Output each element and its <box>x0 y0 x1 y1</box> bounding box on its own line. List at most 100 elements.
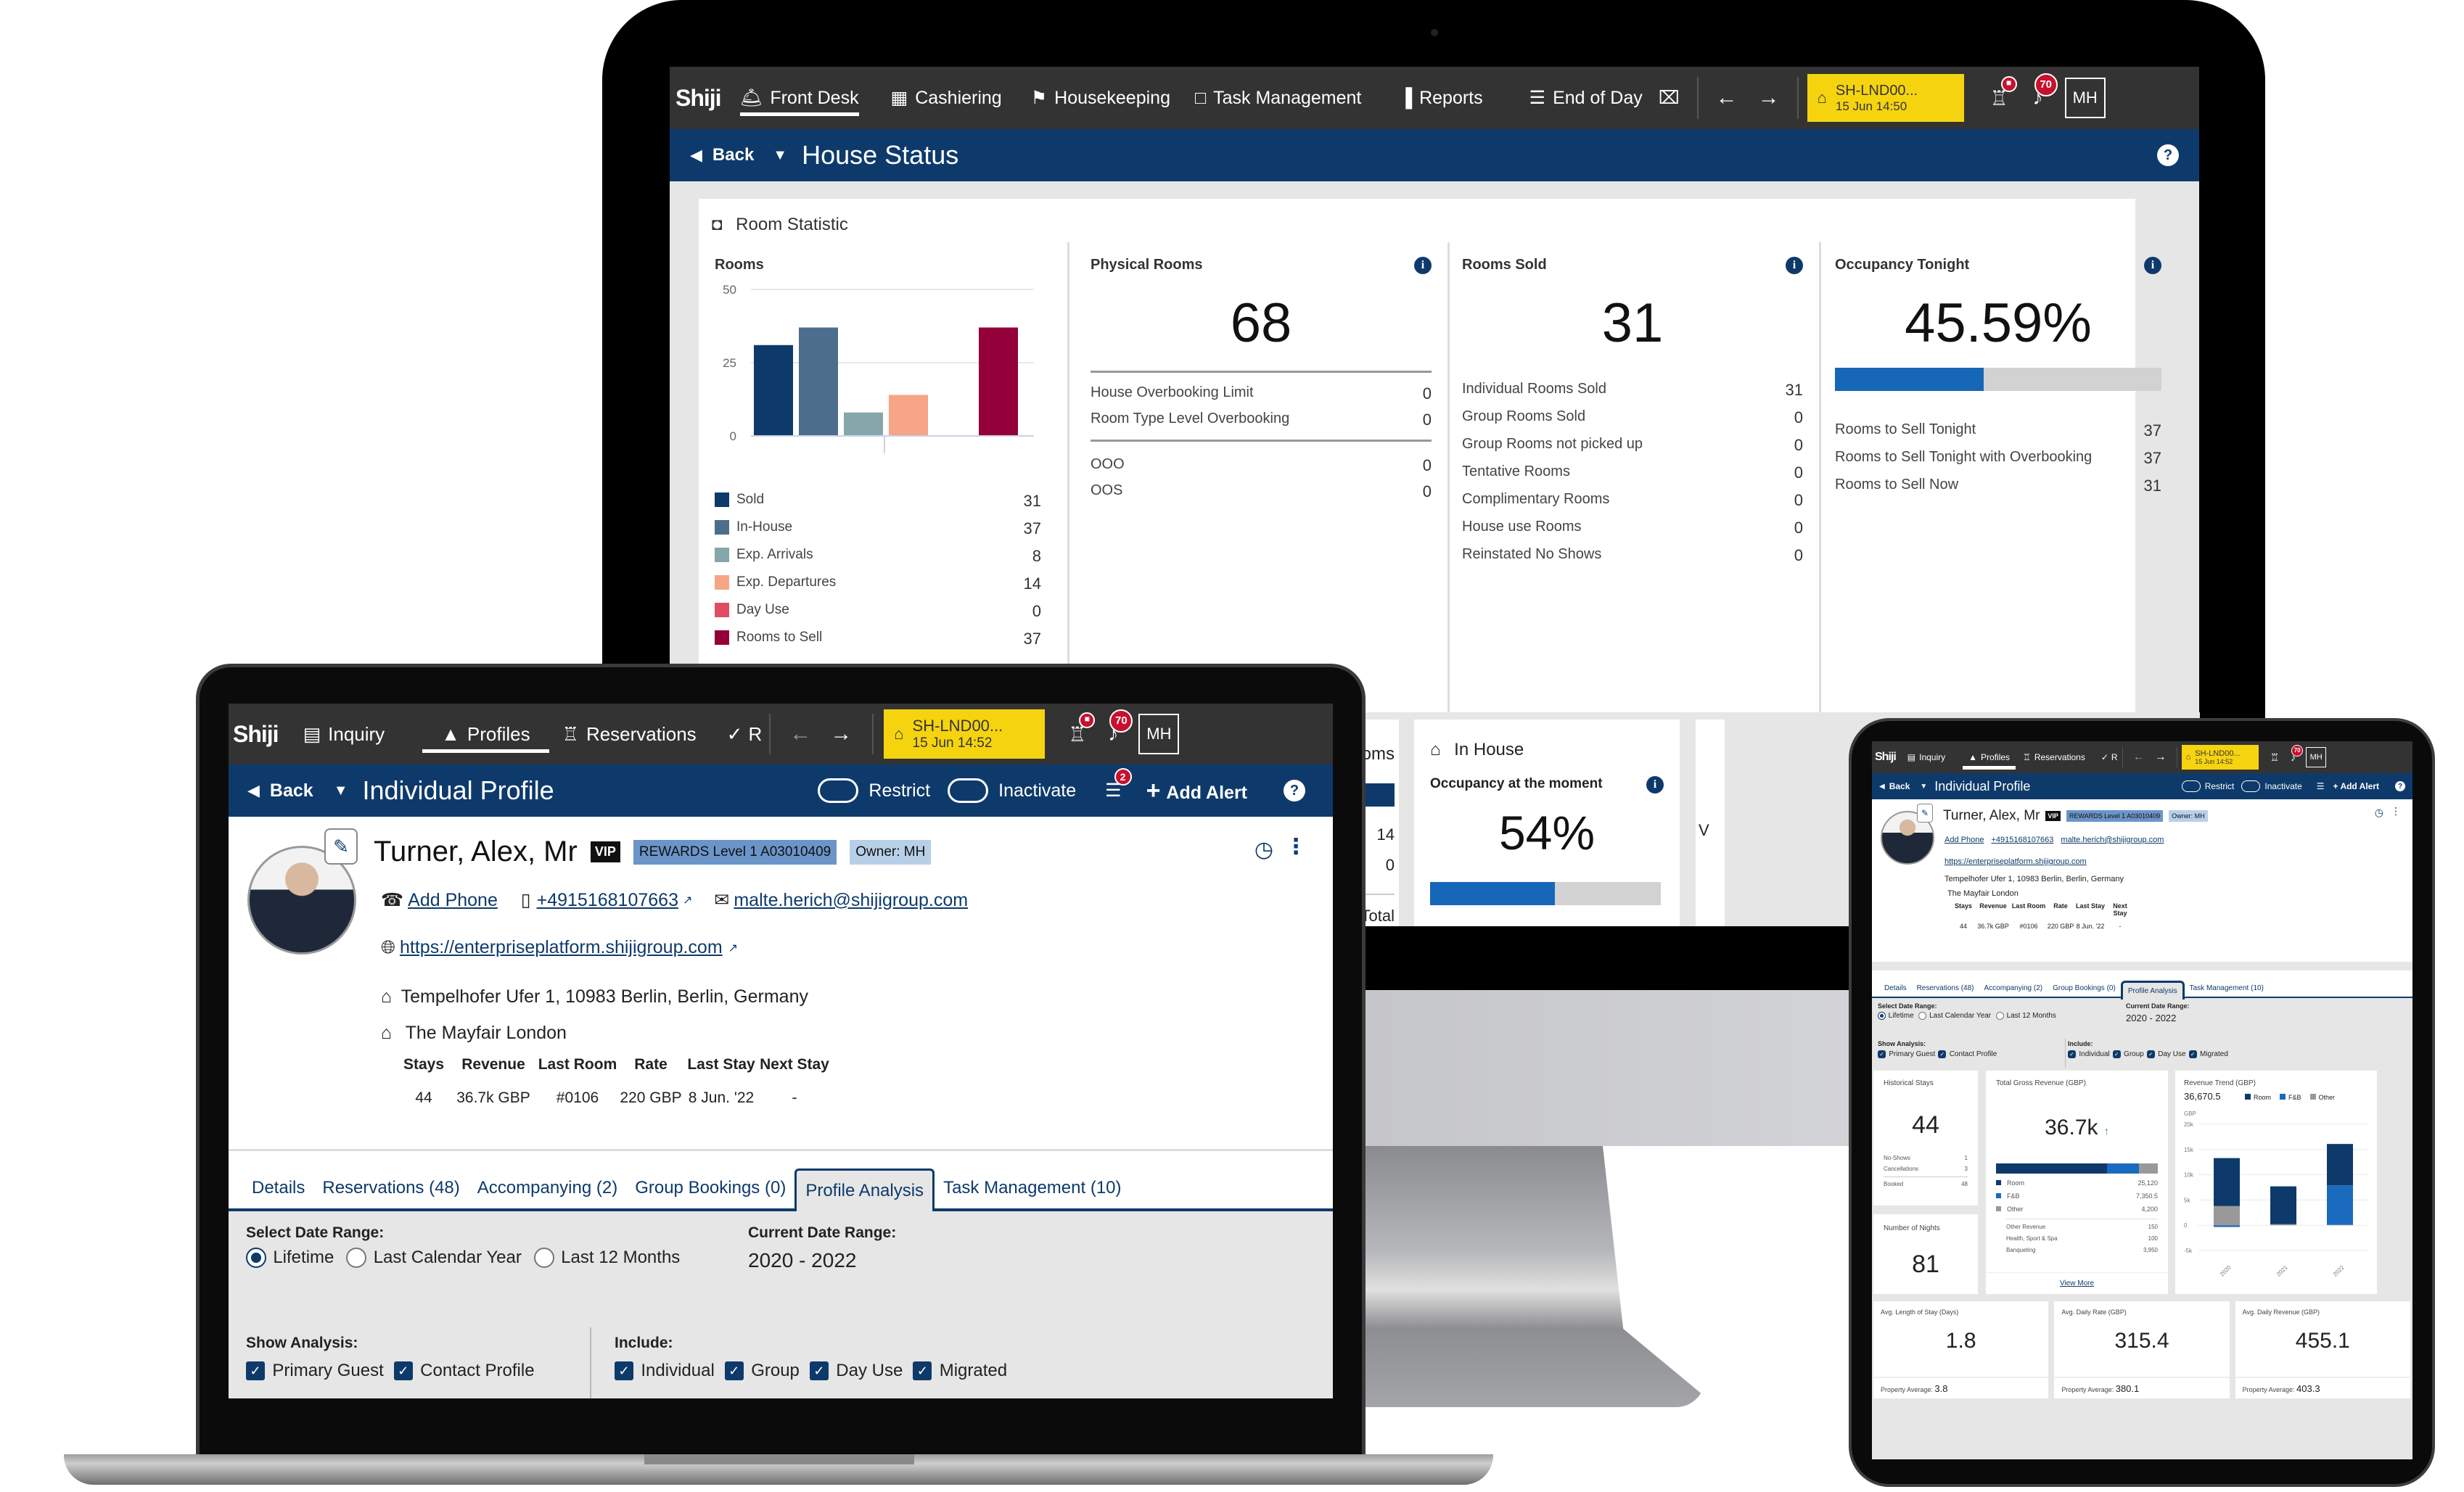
nav-overflow[interactable]: ✓ R <box>2101 752 2118 762</box>
bar-2020-fb[interactable] <box>2214 1225 2240 1227</box>
check-icon[interactable]: ✓ <box>2146 1050 2155 1058</box>
check-icon[interactable]: ✓ <box>246 1361 265 1380</box>
check-icon[interactable]: ✓ <box>1878 1050 1886 1058</box>
tab-group-bookings[interactable]: Group Bookings (0) <box>626 1168 794 1208</box>
bar-2022-room[interactable] <box>2327 1144 2353 1186</box>
back-arrow-icon[interactable]: ← <box>2133 751 2145 764</box>
checkbox-day-use[interactable]: ✓ Day Use <box>809 1361 903 1381</box>
help-icon[interactable]: ? <box>1284 780 1305 801</box>
add-alert-button[interactable]: + Add Alert <box>2333 781 2379 791</box>
website-link[interactable]: https://enterpriseplatform.shijigroup.co… <box>400 937 723 958</box>
check-icon[interactable]: ✓ <box>724 1361 744 1380</box>
history-icon[interactable]: ◷ <box>1254 837 1273 862</box>
info-icon[interactable]: i <box>2144 257 2161 274</box>
nav-reports[interactable]: ▐ Reports <box>1399 88 1482 109</box>
help-icon[interactable]: ? <box>2395 781 2405 791</box>
inactivate-toggle[interactable] <box>2241 780 2261 792</box>
menu-dropdown-icon[interactable]: ▼ <box>1920 783 1927 791</box>
tab-profile-analysis[interactable]: Profile Analysis <box>2120 981 2185 1000</box>
radio-last-calendar-year[interactable]: Last Calendar Year <box>346 1248 522 1268</box>
bar-2021-room[interactable] <box>2270 1186 2296 1224</box>
menu-dropdown-icon[interactable]: ▼ <box>773 147 787 164</box>
bar-2020-other[interactable] <box>2214 1205 2240 1226</box>
check-icon[interactable]: ✓ <box>2188 1050 2197 1058</box>
view-more-link[interactable]: View More <box>2060 1279 2094 1287</box>
restrict-toggle[interactable] <box>2181 780 2201 792</box>
user-avatar[interactable]: MH <box>2306 747 2327 767</box>
checkbox-migrated[interactable]: ✓ Migrated <box>2188 1050 2228 1058</box>
check-icon[interactable]: ✓ <box>2112 1050 2121 1058</box>
back-arrow-icon[interactable]: ← <box>1716 86 1738 110</box>
back-button[interactable]: Back <box>712 145 754 165</box>
checkbox-individual[interactable]: ✓ Individual <box>2068 1050 2110 1058</box>
nav-housekeeping[interactable]: ⚑ Housekeeping <box>1031 87 1170 109</box>
radio-button[interactable] <box>533 1248 554 1268</box>
check-icon[interactable]: ✓ <box>615 1361 633 1380</box>
radio-lifetime[interactable]: Lifetime <box>246 1248 334 1268</box>
menu-dropdown-icon[interactable]: ▼ <box>334 783 348 799</box>
locked-alerts-button[interactable]: ♖ ■ <box>1068 712 1096 746</box>
mobile-link[interactable]: +4915168107663 <box>1991 836 2053 844</box>
locked-alerts-button[interactable]: ♖ <box>2270 751 2280 764</box>
bar-exp-departures[interactable] <box>889 395 928 436</box>
nav-front-desk[interactable]: 🛎︎ Front Desk <box>739 88 859 116</box>
tab-task-management[interactable]: Task Management (10) <box>2185 980 2269 997</box>
back-arrow-icon[interactable]: ← <box>789 722 811 746</box>
check-icon[interactable]: ✓ <box>809 1361 829 1380</box>
nav-task-management[interactable]: □ Task Management <box>1195 88 1361 109</box>
bar-2022-fb[interactable] <box>2327 1185 2353 1225</box>
bar-2022-other[interactable] <box>2327 1224 2353 1226</box>
history-icon[interactable]: ◷ <box>2375 807 2383 819</box>
website-link[interactable]: https://enterpriseplatform.shijigroup.co… <box>1944 857 2087 866</box>
property-selector[interactable]: ⌂ SH-LND00... 15 Jun 14:52 <box>2181 745 2259 770</box>
edit-photo-button[interactable]: ✎ <box>1917 804 1933 823</box>
tab-accompanying[interactable]: Accompanying (2) <box>469 1168 626 1208</box>
forward-arrow-icon[interactable]: → <box>1758 86 1780 110</box>
radio-last-calendar-year[interactable]: Last Calendar Year <box>1918 1012 1991 1020</box>
tab-reservations[interactable]: Reservations (48) <box>313 1168 468 1208</box>
night-audit-icon[interactable]: ⌧ <box>1659 87 1680 109</box>
inactivate-toggle[interactable] <box>948 778 989 803</box>
user-avatar[interactable]: MH <box>2064 78 2106 118</box>
email-link[interactable]: malte.herich@shijigroup.com <box>2061 836 2164 844</box>
radio-button[interactable] <box>1995 1012 2004 1020</box>
check-icon[interactable]: ✓ <box>2068 1050 2076 1058</box>
help-icon[interactable]: ? <box>2157 144 2179 166</box>
tab-accompanying[interactable]: Accompanying (2) <box>1979 980 2048 997</box>
info-icon[interactable]: i <box>1646 776 1664 794</box>
radio-lifetime[interactable]: Lifetime <box>1878 1012 1914 1020</box>
info-icon[interactable]: i <box>1786 257 1803 274</box>
nav-cashiering[interactable]: ▦ Cashiering <box>891 87 1002 109</box>
check-icon[interactable]: ✓ <box>913 1361 932 1380</box>
checkbox-day-use[interactable]: ✓ Day Use <box>2146 1050 2186 1058</box>
radio-button[interactable] <box>346 1248 367 1268</box>
nav-reservations[interactable]: ♖ Reservations <box>2023 752 2085 762</box>
add-phone-link[interactable]: Add Phone <box>408 890 498 911</box>
radio-button[interactable] <box>1878 1012 1886 1020</box>
add-alert-button[interactable]: + Add Alert <box>1146 777 1247 805</box>
nav-inquiry[interactable]: ▤ Inquiry <box>1907 752 1945 762</box>
add-phone-link[interactable]: Add Phone <box>1944 836 1984 844</box>
checkbox-group[interactable]: ✓ Group <box>2112 1050 2144 1058</box>
property-selector[interactable]: ⌂ SH-LND00... 15 Jun 14:52 <box>884 709 1046 759</box>
tab-details[interactable]: Details <box>243 1168 313 1208</box>
checkbox-contact-profile[interactable]: ✓ Contact Profile <box>1938 1050 1997 1058</box>
back-button[interactable]: Back <box>270 780 313 801</box>
tab-details[interactable]: Details <box>1879 980 1912 997</box>
notifications-button[interactable]: ♪ 70 <box>1108 709 1133 746</box>
user-avatar[interactable]: MH <box>1138 714 1180 754</box>
bar-2021-other[interactable] <box>2270 1224 2296 1226</box>
tab-group-bookings[interactable]: Group Bookings (0) <box>2048 980 2121 997</box>
tab-reservations[interactable]: Reservations (48) <box>1912 980 1979 997</box>
tab-profile-analysis[interactable]: Profile Analysis <box>794 1169 935 1211</box>
email-link[interactable]: malte.herich@shijigroup.com <box>734 890 968 911</box>
checkbox-migrated[interactable]: ✓ Migrated <box>913 1361 1007 1381</box>
more-menu-icon[interactable]: ⋮ <box>1285 834 1307 860</box>
notifications-button[interactable]: ♪ 70 <box>2291 745 2304 763</box>
radio-last-12-months[interactable]: Last 12 Months <box>533 1248 680 1268</box>
checkbox-primary-guest[interactable]: ✓ Primary Guest <box>246 1361 384 1381</box>
check-icon[interactable]: ✓ <box>393 1361 413 1380</box>
checkbox-individual[interactable]: ✓ Individual <box>615 1361 715 1381</box>
radio-button[interactable] <box>246 1248 266 1268</box>
property-selector[interactable]: ⌂ SH-LND00... 15 Jun 14:50 <box>1807 74 1964 122</box>
